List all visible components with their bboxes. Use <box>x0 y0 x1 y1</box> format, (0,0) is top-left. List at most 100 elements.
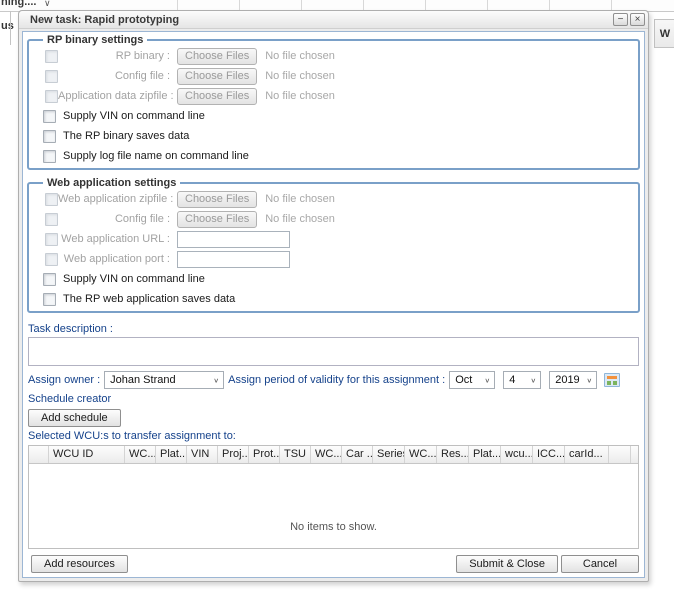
validity-month-value: Oct <box>455 374 472 386</box>
app-data-file-status: No file chosen <box>265 90 335 102</box>
task-description-textarea[interactable] <box>28 337 639 366</box>
dialog-titlebar[interactable]: New task: Rapid prototyping − × <box>19 11 648 29</box>
web-saves-data-row: The RP web application saves data <box>35 289 632 309</box>
rp-binary-label: RP binary : <box>58 50 177 62</box>
web-app-zipfile-label: Web application zipfile : <box>58 193 177 205</box>
minimize-button[interactable]: − <box>613 13 628 26</box>
web-config-file-label: Config file : <box>58 213 177 225</box>
web-app-port-input[interactable] <box>177 251 290 268</box>
app-data-choose-files-button[interactable]: Choose Files <box>177 88 257 105</box>
web-supply-vin-checkbox[interactable] <box>43 273 56 286</box>
column-header-tsu[interactable]: TSU <box>280 446 311 463</box>
calendar-icon-topbar <box>607 376 617 379</box>
supply-log-file-checkbox[interactable] <box>43 150 56 163</box>
supply-log-file-label: Supply log file name on command line <box>63 150 249 162</box>
column-header-carid[interactable]: carId... <box>565 446 609 463</box>
grid-empty-message: No items to show. <box>29 521 638 533</box>
web-app-url-row: Web application URL : <box>35 229 632 249</box>
rp-binary-checkbox[interactable] <box>45 50 58 63</box>
rp-config-file-label: Config file : <box>58 70 177 82</box>
app-data-zipfile-checkbox[interactable] <box>45 90 58 103</box>
rp-binary-settings-fieldset: RP binary settings RP binary : Choose Fi… <box>27 34 640 170</box>
close-button[interactable]: × <box>630 13 645 26</box>
column-header-wc-2[interactable]: WC... <box>311 446 342 463</box>
add-schedule-button[interactable]: Add schedule <box>28 409 121 427</box>
web-saves-data-label: The RP web application saves data <box>63 293 235 305</box>
validity-year-select[interactable]: 2019 ∨ <box>549 371 597 389</box>
column-header-empty[interactable] <box>29 446 49 463</box>
assign-owner-value: Johan Strand <box>110 374 175 386</box>
chevron-down-icon: ∨ <box>44 0 51 9</box>
web-app-zipfile-choose-files-button[interactable]: Choose Files <box>177 191 257 208</box>
column-header-proj[interactable]: Proj... <box>218 446 249 463</box>
validity-day-value: 4 <box>509 374 515 386</box>
rp-saves-data-checkbox[interactable] <box>43 130 56 143</box>
calendar-icon[interactable] <box>604 373 620 387</box>
web-app-port-checkbox[interactable] <box>45 253 58 266</box>
rp-config-file-checkbox[interactable] <box>45 70 58 83</box>
column-header-empty[interactable] <box>609 446 631 463</box>
web-config-file-row: Config file : Choose Files No file chose… <box>35 209 632 229</box>
selected-wcu-label: Selected WCU:s to transfer assignment to… <box>28 430 639 442</box>
validity-label: Assign period of validity for this assig… <box>228 374 445 386</box>
web-application-settings-fieldset: Web application settings Web application… <box>27 177 640 313</box>
column-header-vin[interactable]: VIN <box>187 446 218 463</box>
add-resources-button[interactable]: Add resources <box>31 555 128 573</box>
new-task-dialog: New task: Rapid prototyping − × RP binar… <box>18 10 649 582</box>
column-header-empty[interactable] <box>631 446 638 463</box>
web-supply-vin-row: Supply VIN on command line <box>35 269 632 289</box>
column-header-plat-2[interactable]: Plat... <box>469 446 501 463</box>
app-data-zipfile-label: Application data zipfile : <box>58 90 177 102</box>
web-supply-vin-label: Supply VIN on command line <box>63 273 205 285</box>
background-left-clipped-text: us <box>1 20 14 32</box>
web-app-url-checkbox[interactable] <box>45 233 58 246</box>
dialog-title: New task: Rapid prototyping <box>30 14 611 26</box>
web-config-choose-files-button[interactable]: Choose Files <box>177 211 257 228</box>
web-app-url-input[interactable] <box>177 231 290 248</box>
column-header-wc-1[interactable]: WC... <box>125 446 156 463</box>
validity-month-select[interactable]: Oct ∨ <box>449 371 495 389</box>
wcu-grid-header: WCU ID WC... Plat... VIN Proj... Prot...… <box>29 446 638 464</box>
column-header-car[interactable]: Car ... <box>342 446 373 463</box>
web-app-zipfile-row: Web application zipfile : Choose Files N… <box>35 189 632 209</box>
column-header-icc[interactable]: ICC... <box>533 446 565 463</box>
rp-config-choose-files-button[interactable]: Choose Files <box>177 68 257 85</box>
cancel-button[interactable]: Cancel <box>561 555 639 573</box>
web-app-zipfile-file-status: No file chosen <box>265 193 335 205</box>
web-application-settings-legend: Web application settings <box>43 177 180 189</box>
web-app-port-row: Web application port : <box>35 249 632 269</box>
validity-day-select[interactable]: 4 ∨ <box>503 371 541 389</box>
web-config-file-checkbox[interactable] <box>45 213 58 226</box>
column-header-wc-3[interactable]: WC... <box>405 446 437 463</box>
rp-saves-data-label: The RP binary saves data <box>63 130 189 142</box>
submit-close-button[interactable]: Submit & Close <box>456 555 558 573</box>
wcu-grid: WCU ID WC... Plat... VIN Proj... Prot...… <box>28 445 639 549</box>
close-icon: × <box>635 15 641 25</box>
supply-vin-checkbox[interactable] <box>43 110 56 123</box>
calendar-icon-dot <box>607 381 611 385</box>
supply-log-file-row: Supply log file name on command line <box>35 146 632 166</box>
column-header-res[interactable]: Res... <box>437 446 469 463</box>
app-data-zipfile-row: Application data zipfile : Choose Files … <box>35 86 632 106</box>
rp-saves-data-row: The RP binary saves data <box>35 126 632 146</box>
rp-config-file-row: Config file : Choose Files No file chose… <box>35 66 632 86</box>
supply-vin-row: Supply VIN on command line <box>35 106 632 126</box>
column-header-series[interactable]: Series <box>373 446 405 463</box>
web-app-port-label: Web application port : <box>58 253 177 265</box>
background-panel-label: W <box>660 28 670 40</box>
rp-binary-choose-files-button[interactable]: Choose Files <box>177 48 257 65</box>
background-clipped-text: ning.... <box>1 0 36 9</box>
column-header-wcu-id[interactable]: WCU ID <box>49 446 125 463</box>
wcu-grid-body: No items to show. <box>29 464 638 548</box>
column-header-plat-1[interactable]: Plat... <box>156 446 187 463</box>
assign-owner-select[interactable]: Johan Strand ∨ <box>104 371 224 389</box>
assign-owner-label: Assign owner : <box>28 374 100 386</box>
column-header-prot[interactable]: Prot... <box>249 446 280 463</box>
chevron-down-icon: ∨ <box>530 376 536 383</box>
web-app-zipfile-checkbox[interactable] <box>45 193 58 206</box>
web-saves-data-checkbox[interactable] <box>43 293 56 306</box>
minimize-icon: − <box>618 15 624 25</box>
background-panel-divider <box>10 11 11 45</box>
column-header-wcu[interactable]: wcu... <box>501 446 533 463</box>
dialog-content: RP binary settings RP binary : Choose Fi… <box>22 31 645 578</box>
